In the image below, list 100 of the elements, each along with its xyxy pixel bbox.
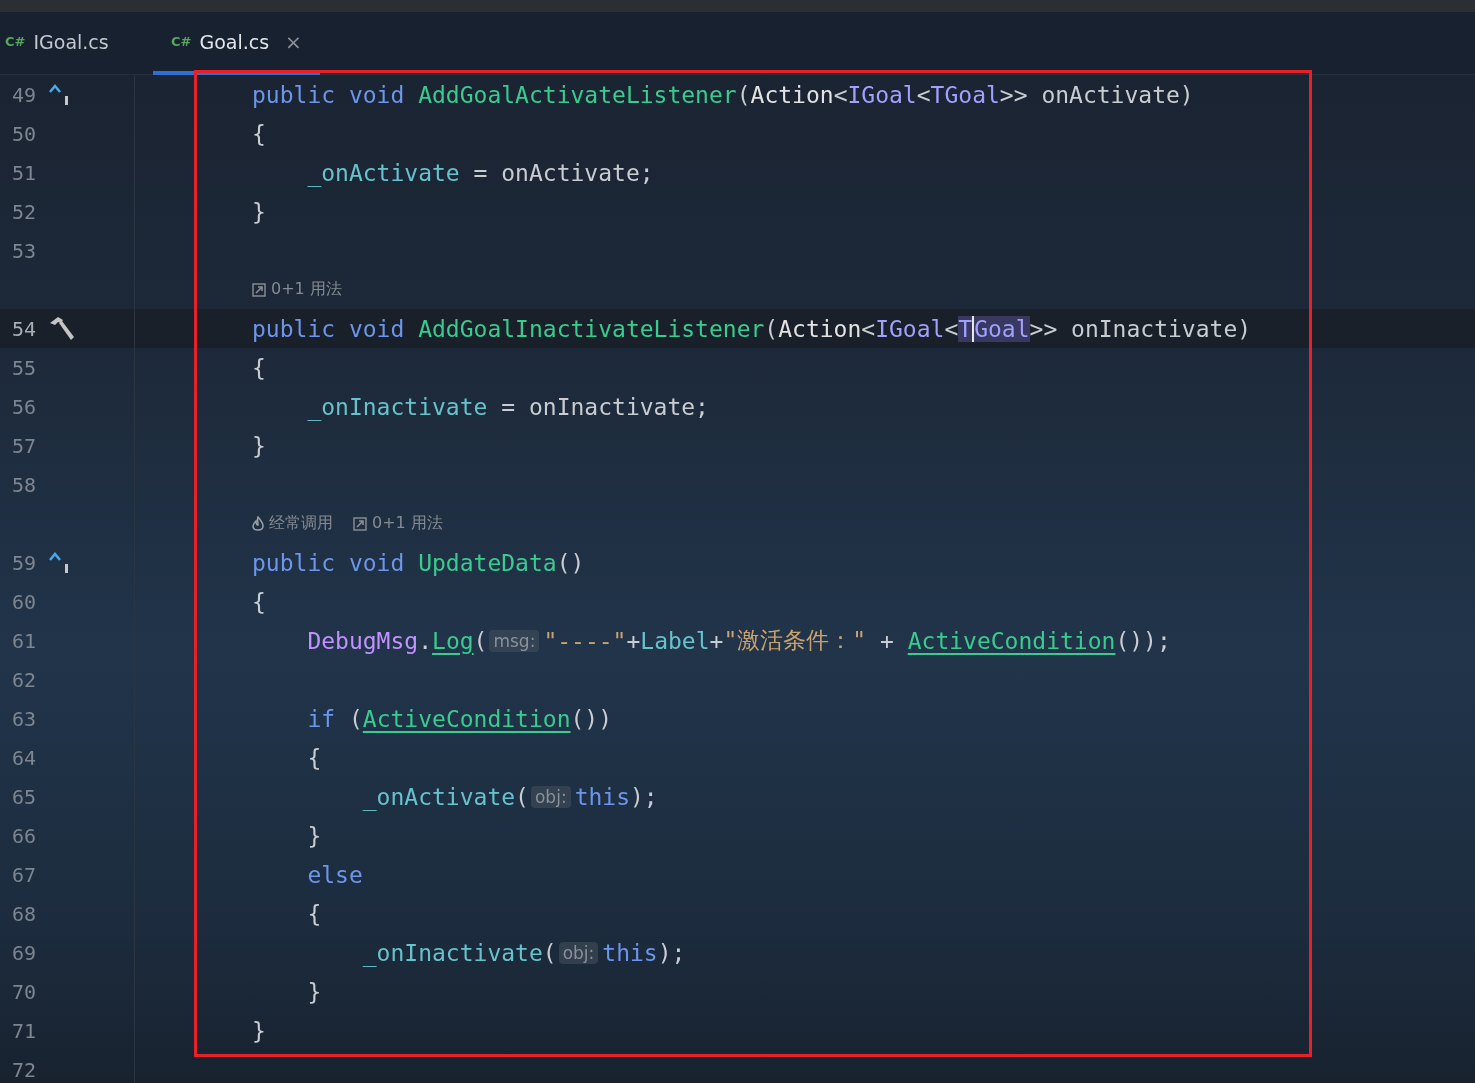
code-token: ( [515,783,529,810]
code-token: } [252,432,266,459]
line-number: 56 [12,394,38,419]
code-token: < [916,81,931,108]
csharp-file-icon: C# [5,34,26,49]
code-token: AddGoalActivateListener [418,81,737,108]
implementation-marker-icon [48,82,70,107]
line-number: 54 [12,316,38,341]
code-token: { [252,120,266,147]
line-number: 63 [12,706,38,731]
code-token: public void [252,549,406,576]
code-token: Label [640,627,710,654]
code-token: { [252,588,266,615]
parameter-hint: obj: [558,941,599,964]
line-number: 66 [12,823,38,848]
code-token: IGoal [875,315,945,342]
code-token: ActiveCondition [362,705,571,732]
code-token: = onInactivate; [500,393,709,420]
code-token: _onActivate [361,783,516,810]
line-number: 71 [12,1018,38,1043]
code-token: < [861,315,876,342]
line-number: 52 [12,199,38,224]
code-token: >> onActivate) [999,81,1194,108]
code-token: } [306,822,322,849]
code-vision-hint[interactable]: 经常调用 [269,513,333,534]
code-token: + [709,627,724,654]
code-token: Action [750,81,834,108]
line-number: 53 [12,238,38,263]
line-number: 68 [12,901,38,926]
code-token: < [833,81,848,108]
code-vision-hint[interactable]: 0+1 用法 [271,279,342,300]
code-token: this [574,783,630,810]
code-token: DebugMsg [306,627,419,654]
code-token: { [252,354,266,381]
code-token: ( [347,705,363,732]
code-token: T [958,315,973,342]
code-token: IGoal [847,81,917,108]
file-tab[interactable]: C# Goal.cs × [153,12,320,75]
code-token: _onInactivate [306,393,488,420]
line-number: 55 [12,355,38,380]
line-number: 64 [12,745,38,770]
code-token: Log [432,627,474,654]
code-token: Action [778,315,862,342]
code-token: else [306,861,363,888]
line-number: 69 [12,940,38,965]
hammer-icon [48,314,76,343]
parameter-hint: obj: [530,785,571,808]
code-token: + [879,627,895,654]
csharp-file-icon: C# [171,34,192,49]
code-token: "激活条件：" [723,626,867,655]
code-token: UpdateData [418,549,557,576]
line-number: 49 [12,82,38,107]
tab-label: IGoal.cs [33,30,109,53]
code-token: ActiveCondition [907,627,1116,654]
code-token: ( [542,939,557,966]
close-icon[interactable]: × [285,29,302,54]
line-number: 57 [12,433,38,458]
code-token: ( [736,81,751,108]
code-token: "----" [543,627,627,654]
code-token: public void [252,315,406,342]
code-token: AddGoalInactivateListener [418,315,765,342]
line-number: 62 [12,667,38,692]
code-token: } [306,978,322,1005]
line-number: 51 [12,160,38,185]
code-token: public void [252,81,406,108]
code-token: _onActivate [306,159,460,186]
code-token: + [626,627,641,654]
tab-label: Goal.cs [199,30,270,53]
line-number: 59 [12,550,38,575]
code-token: if [306,705,336,732]
usages-icon [353,516,367,531]
parameter-hint: msg: [489,629,540,652]
code-token: >> onInactivate) [1029,315,1252,342]
code-token: () [556,549,585,576]
line-number: 61 [12,628,38,653]
line-number: 72 [12,1057,38,1082]
code-token: _onInactivate [361,939,543,966]
line-number: 70 [12,979,38,1004]
line-number: 50 [12,121,38,146]
code-token: ()); [1115,627,1171,654]
line-number: 58 [12,472,38,497]
code-token: } [252,198,266,225]
code-token: ); [657,939,686,966]
code-token: ()) [570,705,613,732]
code-token: { [306,744,322,771]
code-token: Goal [972,315,1030,342]
flame-icon [252,516,264,531]
code-token: ( [473,627,488,654]
file-tab[interactable]: C# IGoal.cs [0,12,153,75]
code-token: this [602,939,658,966]
code-token: . [418,627,433,654]
code-token: ( [764,315,779,342]
code-token: } [252,1017,266,1044]
code-token: ); [630,783,658,810]
code-token: TGoal [930,81,1000,108]
line-number: 60 [12,589,38,614]
implementation-marker-icon [48,550,70,575]
code-vision-hint[interactable]: 0+1 用法 [372,513,443,534]
code-token: < [944,315,959,342]
usages-icon [252,282,266,297]
